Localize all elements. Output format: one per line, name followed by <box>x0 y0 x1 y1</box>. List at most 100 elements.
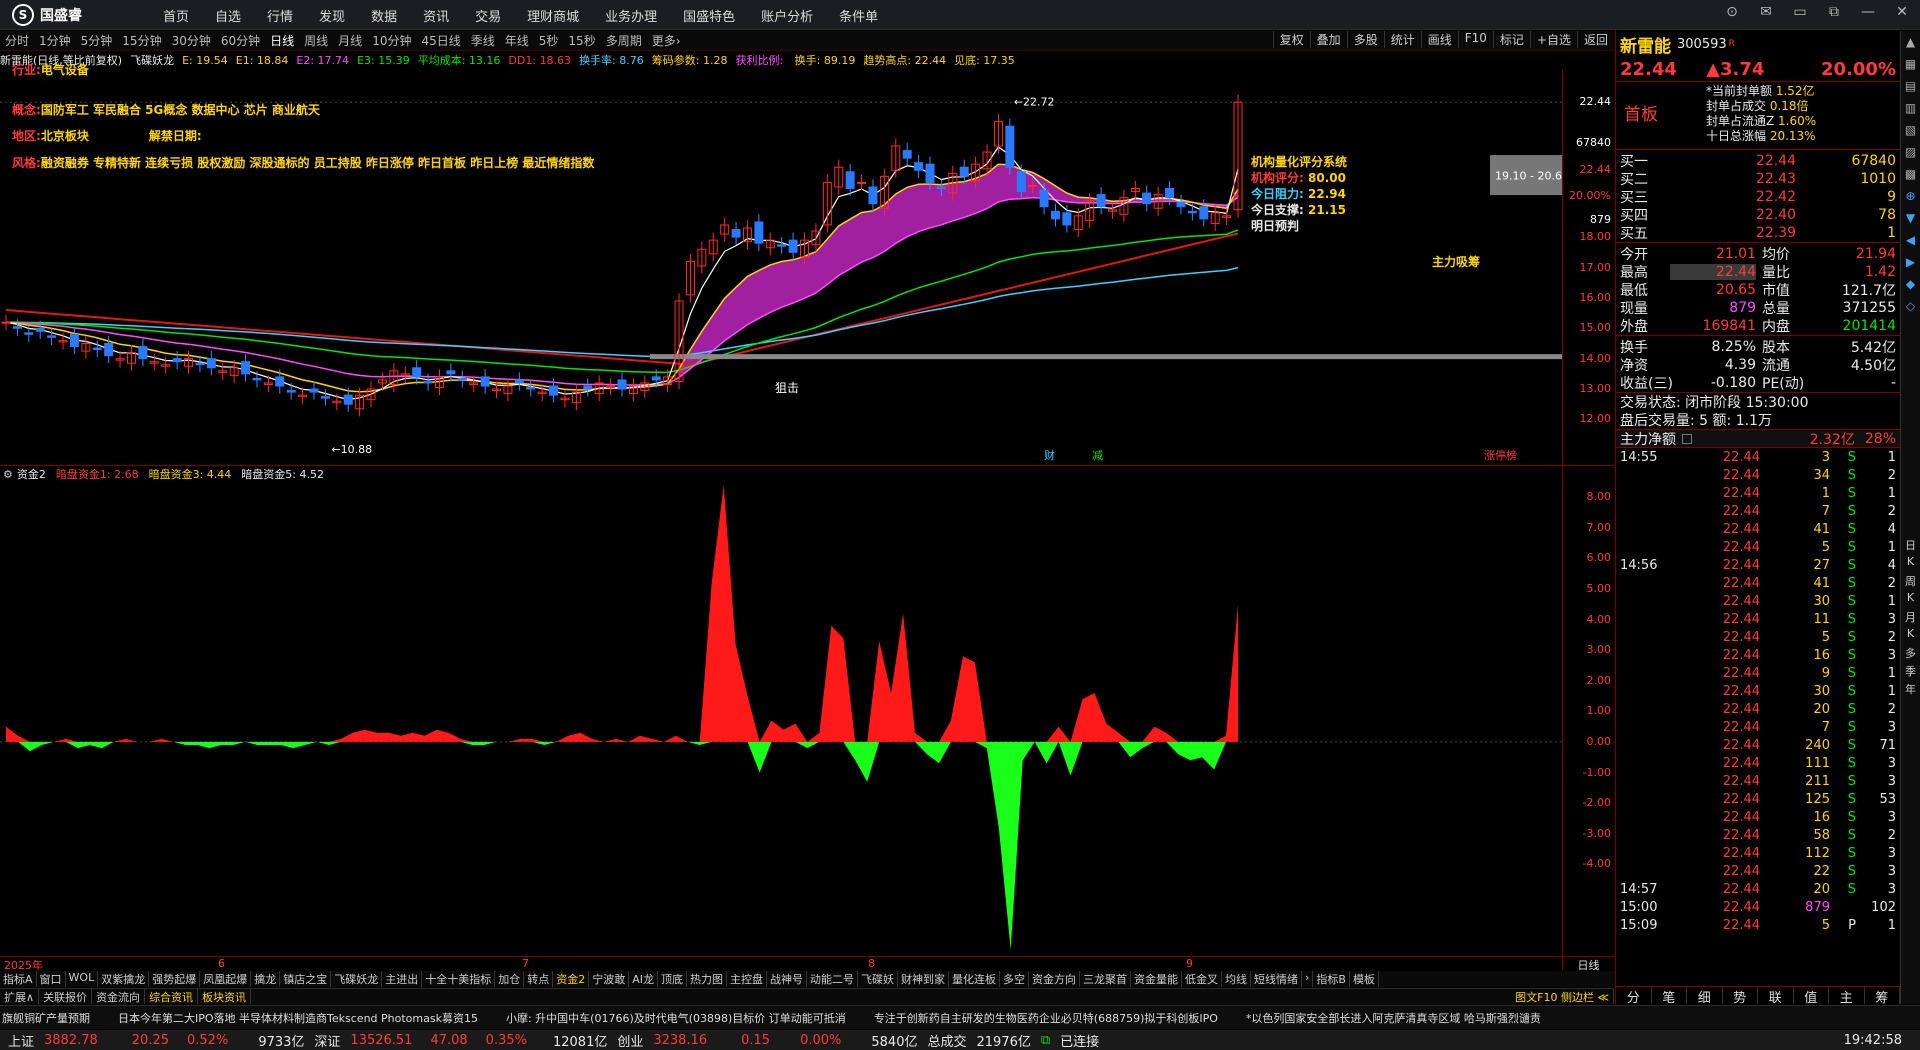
window-button-icon[interactable]: ✕ <box>1892 4 1912 20</box>
sub-tab[interactable]: 综合资讯 <box>145 989 199 1004</box>
sidebar-tool-icon[interactable]: ⊕ <box>1901 185 1920 207</box>
indicator-tab[interactable]: 十全十美指标 <box>422 971 496 987</box>
fund-flow-chart[interactable] <box>0 482 1562 956</box>
net-toggle-icon[interactable] <box>1682 433 1692 444</box>
sidebar-tool-icon[interactable]: ▼ <box>1901 207 1920 229</box>
settings-icon[interactable]: ⚙ <box>3 468 13 481</box>
tick-list[interactable]: 14:55 22.44 3 S 1 22.44 34 S 2 22.44 1 S 1 22.44 7 S 2 22… <box>1616 447 1900 934</box>
news-item[interactable]: 日本今年第二大IPO落地 半导体材料制造商Tekscend Photomask募… <box>118 1010 478 1026</box>
indicator-tab[interactable]: 转点 <box>524 971 554 987</box>
nav-item[interactable]: 理财商城 <box>514 6 592 25</box>
sidebar-tool-icon[interactable]: ▤ <box>1901 75 1920 97</box>
price-chart[interactable]: ←22.72 ←10.88 19.10 - 20.6 主力吸筹狙击财 减 涨停榜 <box>0 70 1562 465</box>
f10-sidebar-toggle[interactable]: 图文F10 侧边栏 ≪ <box>1511 989 1614 1004</box>
bid-row[interactable]: 买五 22.39 1 <box>1616 224 1900 242</box>
sidebar-tool-icon[interactable]: ▩ <box>1901 163 1920 185</box>
news-item[interactable]: 旗舰铜矿产量预期 <box>2 1010 90 1026</box>
indicator-tab[interactable]: › <box>1302 971 1314 987</box>
toolbar-button[interactable]: 多股 <box>1346 31 1384 48</box>
toolbar-button[interactable]: 叠加 <box>1309 31 1347 48</box>
period-option[interactable]: 15秒 <box>563 32 600 49</box>
indicator-tab[interactable]: 指标A <box>0 971 37 987</box>
sub-tab[interactable]: 资金流向 <box>92 989 146 1004</box>
bid-row[interactable]: 买二 22.43 1010 <box>1616 170 1900 188</box>
indicator-tab[interactable]: 宁波敢 <box>589 971 630 987</box>
nav-item[interactable]: 首页 <box>150 6 202 25</box>
nav-item[interactable]: 条件单 <box>826 6 891 25</box>
indicator-tab[interactable]: 热力图 <box>687 971 727 987</box>
cy-index[interactable]: 3238.16 <box>653 1033 707 1048</box>
sidebar-period-link[interactable]: K <box>1901 627 1920 645</box>
sidebar-tool-icon[interactable]: ▨ <box>1901 141 1920 163</box>
indicator-tab[interactable]: 短线情绪 <box>1251 971 1302 987</box>
news-item[interactable]: 专注于创新药自主研发的生物医药企业必贝特(688759)拟于科创板IPO <box>874 1010 1218 1026</box>
period-option[interactable]: 周线 <box>299 32 333 49</box>
nav-item[interactable]: 资讯 <box>410 6 462 25</box>
sidebar-period-link[interactable]: 季 <box>1901 663 1920 681</box>
indicator-tab[interactable]: 多空 <box>1000 971 1029 987</box>
indicator-tab[interactable]: 擒龙 <box>251 971 281 987</box>
indicator-tab[interactable]: 强势起爆 <box>149 971 201 987</box>
indicator-tab[interactable]: 模板 <box>1350 971 1379 987</box>
nav-item[interactable]: 行情 <box>254 6 306 25</box>
sidebar-period-link[interactable]: K <box>1901 555 1920 573</box>
bid-row[interactable]: 买三 22.42 9 <box>1616 188 1900 206</box>
sidebar-period-link[interactable]: 周 <box>1901 573 1920 591</box>
panel-tab[interactable]: 联 <box>1758 987 1794 1006</box>
window-button-icon[interactable]: — <box>1858 4 1878 20</box>
period-option[interactable]: 季线 <box>466 32 500 49</box>
indicator-tab[interactable]: 指标B <box>1313 971 1350 987</box>
stock-name[interactable]: 新雷能 <box>1620 32 1671 57</box>
period-option[interactable]: 30分钟 <box>167 32 216 49</box>
nav-item[interactable]: 发现 <box>306 6 358 25</box>
indicator-tab[interactable]: 飞碟妖 <box>858 971 898 987</box>
period-option[interactable]: 45日线 <box>416 32 465 49</box>
indicator-tab[interactable]: 均线 <box>1222 971 1251 987</box>
sidebar-period-link[interactable]: K <box>1901 591 1920 609</box>
nav-item[interactable]: 交易 <box>462 6 514 25</box>
nav-item[interactable]: 国盛特色 <box>670 6 748 25</box>
period-option[interactable]: 日线 <box>265 32 299 49</box>
indicator-tab[interactable]: 主进出 <box>382 971 423 987</box>
panel-tab[interactable]: 主 <box>1829 987 1865 1006</box>
panel-tab[interactable]: 值 <box>1794 987 1829 1006</box>
indicator-tab[interactable]: 动能二号 <box>807 971 858 987</box>
period-option[interactable]: 60分钟 <box>216 32 265 49</box>
period-option[interactable]: 15分钟 <box>117 32 166 49</box>
indicator-tab[interactable]: AI龙 <box>629 971 658 987</box>
indicator-tab[interactable]: 量化连板 <box>949 971 1000 987</box>
sidebar-tool-icon[interactable]: ▶ <box>1901 251 1920 273</box>
period-option[interactable]: 多周期 <box>601 32 647 49</box>
toolbar-button[interactable]: 统计 <box>1383 31 1421 48</box>
sh-index[interactable]: 3882.78 <box>44 1033 98 1048</box>
period-option[interactable]: 1分钟 <box>34 32 76 49</box>
period-option[interactable]: 年线 <box>500 32 534 49</box>
sidebar-tool-icon[interactable]: ◀ <box>1901 229 1920 251</box>
toolbar-button[interactable]: F10 <box>1457 31 1493 48</box>
indicator-tab[interactable]: WOL <box>66 971 99 987</box>
nav-item[interactable]: 数据 <box>358 6 410 25</box>
sidebar-tool-icon[interactable]: ◆ <box>1901 273 1920 295</box>
sidebar-tool-icon[interactable]: ▥ <box>1901 97 1920 119</box>
nav-item[interactable]: 自选 <box>202 6 254 25</box>
window-button-icon[interactable]: ⧉ <box>1824 4 1844 20</box>
sidebar-period-link[interactable]: 月 <box>1901 609 1920 627</box>
nav-item[interactable]: 业务办理 <box>592 6 670 25</box>
panel-tab[interactable]: 分 <box>1616 987 1652 1006</box>
indicator-tab[interactable]: 三龙聚首 <box>1080 971 1131 987</box>
indicator-tab[interactable]: 资金方向 <box>1029 971 1080 987</box>
sub-tab[interactable]: 扩展∧ <box>0 989 40 1004</box>
indicator-tab[interactable]: 低金叉 <box>1182 971 1222 987</box>
toolbar-button[interactable]: 标记 <box>1492 31 1530 48</box>
period-option[interactable]: 5秒 <box>534 32 564 49</box>
indicator-tab[interactable]: 凤凰起爆 <box>200 971 252 987</box>
window-button-icon[interactable]: ▭ <box>1790 4 1810 20</box>
panel-tab[interactable]: 笔 <box>1652 987 1687 1006</box>
toolbar-button[interactable]: 复权 <box>1272 31 1310 48</box>
period-option[interactable]: 10分钟 <box>367 32 416 49</box>
indicator-tab[interactable]: 顶底 <box>658 971 687 987</box>
indicator-tab[interactable]: 加仓 <box>495 971 525 987</box>
sz-index[interactable]: 13526.51 <box>350 1033 412 1048</box>
news-item[interactable]: 小摩: 升中国中车(01766)及时代电气(03898)目标价 订单动能可抵消 <box>506 1010 846 1026</box>
window-button-icon[interactable]: ✉ <box>1756 4 1776 20</box>
